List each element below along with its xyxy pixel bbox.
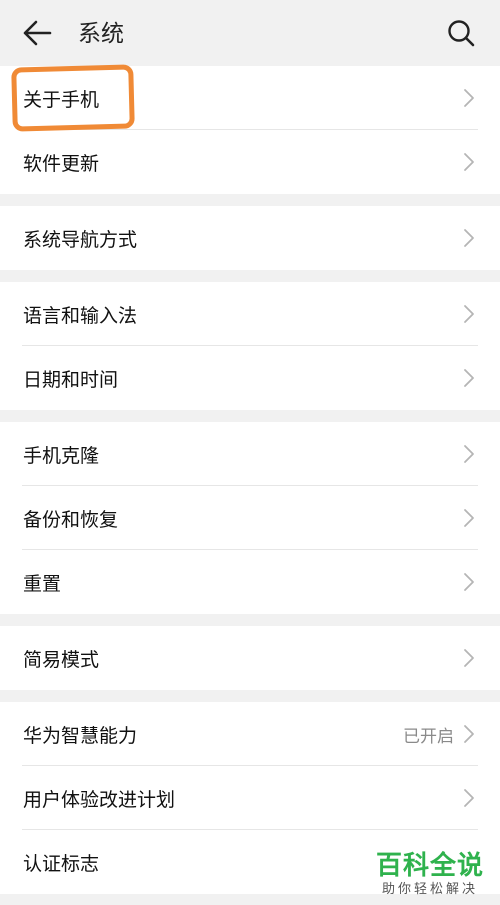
menu-item-label: 软件更新 (23, 152, 100, 175)
chevron-right-icon (464, 445, 474, 463)
menu-item-label: 系统导航方式 (23, 228, 138, 251)
search-icon[interactable] (446, 18, 476, 48)
menu-item-simple-mode[interactable]: 简易模式 (0, 626, 500, 690)
menu-item-language-input[interactable]: 语言和输入法 (0, 282, 500, 346)
chevron-right-icon (464, 229, 474, 247)
menu-item-label: 用户体验改进计划 (23, 788, 176, 811)
settings-group-simple-mode: 简易模式 (0, 626, 500, 690)
highlight-annotation (11, 64, 135, 132)
menu-item-label: 手机克隆 (23, 444, 100, 467)
menu-item-label: 语言和输入法 (23, 304, 138, 327)
menu-item-label: 华为智慧能力 (23, 724, 138, 747)
menu-item-reset[interactable]: 重置 (0, 550, 500, 614)
menu-item-label: 简易模式 (23, 648, 100, 671)
back-arrow-icon[interactable] (22, 19, 52, 47)
settings-group-backup: 手机克隆 备份和恢复 重置 (0, 422, 500, 614)
menu-item-huawei-intelligence[interactable]: 华为智慧能力 已开启 (0, 702, 500, 766)
chevron-right-icon (464, 725, 474, 743)
chevron-right-icon (464, 89, 474, 107)
menu-item-system-navigation[interactable]: 系统导航方式 (0, 206, 500, 270)
watermark-subtitle: 助你轻松解决 (381, 882, 478, 897)
settings-group-navigation: 系统导航方式 (0, 206, 500, 270)
menu-item-phone-clone[interactable]: 手机克隆 (0, 422, 500, 486)
menu-item-backup-restore[interactable]: 备份和恢复 (0, 486, 500, 550)
menu-item-label: 认证标志 (23, 852, 100, 875)
menu-item-label: 重置 (23, 572, 62, 595)
menu-item-date-time[interactable]: 日期和时间 (0, 346, 500, 410)
chevron-right-icon (464, 369, 474, 387)
watermark-title: 百科全说 (375, 851, 484, 881)
menu-item-label: 备份和恢复 (23, 508, 119, 531)
chevron-right-icon (464, 789, 474, 807)
chevron-right-icon (464, 573, 474, 591)
page-title: 系统 (78, 21, 124, 47)
chevron-right-icon (464, 649, 474, 667)
menu-item-software-update[interactable]: 软件更新 (0, 130, 500, 194)
status-value: 已开启 (403, 726, 454, 747)
chevron-right-icon (464, 305, 474, 323)
menu-item-label: 日期和时间 (23, 368, 119, 391)
top-bar: 系统 (0, 0, 500, 66)
chevron-right-icon (464, 153, 474, 171)
settings-group-language-time: 语言和输入法 日期和时间 (0, 282, 500, 410)
menu-item-user-experience-program[interactable]: 用户体验改进计划 (0, 766, 500, 830)
chevron-right-icon (464, 509, 474, 527)
watermark: 百科全说 助你轻松解决 (376, 851, 484, 899)
